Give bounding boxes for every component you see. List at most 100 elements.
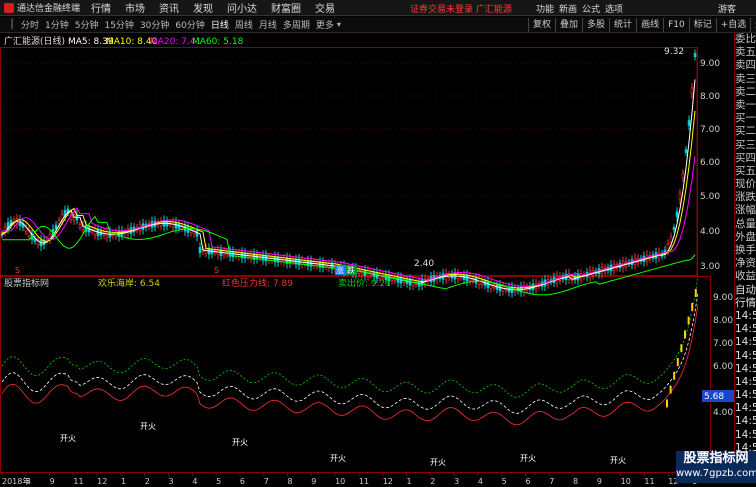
sidebar-item[interactable]: 14:50 [735,402,756,415]
sidebar-item[interactable]: 卖一 [735,99,756,112]
btn-tongji[interactable]: 统计 [609,18,636,32]
sidebar-item[interactable]: 买四 [735,152,756,165]
menu-xinhua[interactable]: 新画 [559,2,577,15]
sidebar-item[interactable]: 14:50 [735,389,756,402]
period-monthly[interactable]: 月线 [256,18,280,31]
btn-fuquan[interactable]: 复权 [528,18,555,32]
menu-gongshi[interactable]: 公式 [582,2,600,15]
kaihuo-label: 开火 [610,456,626,465]
menu-jiaoyi[interactable]: 交易 [308,0,342,15]
sidebar-item[interactable]: 14:50 [735,429,756,442]
signal-bar [676,358,679,366]
watermark-url: www.7gpzb.com [676,468,756,479]
quote-sidebar: 委比 卖五 卖四 卖三 卖二 卖一 买一 买二 买三 买四 买五 现价 涨跌 涨幅 总量 外盘 换手 净资 收益 自动… [734,33,756,480]
date-tick: 3 [454,477,459,486]
period-daily[interactable]: 日线 [208,18,232,31]
btn-f10[interactable]: F10 [663,18,689,32]
sidebar-item[interactable]: 14:50 [735,376,756,389]
date-tick: 10 [335,477,345,486]
btn-diejia[interactable]: 叠加 [555,18,582,32]
date-tick: 10 [621,477,631,486]
stock-title: 广汇能源(日线) [4,35,65,47]
btn-duogu[interactable]: 多股 [582,18,609,32]
sidebar-item[interactable]: 自动 [735,284,756,297]
date-tick: 4 [192,477,197,486]
date-tick: 6 [240,477,245,486]
btn-biaoji[interactable]: 标记 [688,18,716,32]
period-5min[interactable]: 5分钟 [72,18,102,31]
menu-bar: 通达信金融终端 行情 市场 资讯 发现 问小达 财富圈 交易 [0,0,756,16]
candle [678,193,682,201]
menu-zixun[interactable]: 资讯 [152,0,186,15]
indicator-tick-800: 8.00 [713,316,733,326]
btn-huaxian[interactable]: 画线 [636,18,663,32]
signal-bar [680,344,683,353]
sidebar-item[interactable]: 现价 [735,178,756,191]
menu-caifuquan[interactable]: 财富圈 [264,0,308,15]
sidebar-item[interactable]: 涨幅 [735,204,756,217]
period-30min[interactable]: 30分钟 [137,18,172,31]
sidebar-item[interactable]: 14:50 [735,363,756,376]
menu-xuanxiang[interactable]: 选项 [605,2,623,15]
menu-gongneng[interactable]: 功能 [536,2,554,15]
sidebar-item[interactable]: 14:50 [735,350,756,363]
menu-hangqing[interactable]: 行情 [84,0,118,15]
ma5-line [1,79,696,291]
sidebar-item[interactable]: 买五 [735,165,756,178]
menu-wenxiaoda[interactable]: 问小达 [220,0,264,15]
kline-chart[interactable]: 广汇能源(日线) MA5: 8.39 MA10: 8.40 MA20: 7.41… [0,33,734,487]
sidebar-item[interactable]: 换手 [735,244,756,257]
sidebar-item[interactable]: 卖五 [735,46,756,59]
sidebar-item[interactable]: 涨跌 [735,191,756,204]
period-more[interactable]: 更多 [313,18,337,31]
date-tick: 9 [311,477,316,486]
candle [198,247,202,254]
sidebar-item[interactable]: 收益 [735,270,756,283]
date-tick: 5 [216,477,221,486]
period-fenshi[interactable]: 分时 [18,18,42,31]
sidebar-item[interactable]: 总量 [735,218,756,231]
date-tick: 4 [478,477,483,486]
candle [675,211,679,218]
period-1min[interactable]: 1分钟 [42,18,72,31]
period-60min[interactable]: 60分钟 [172,18,207,31]
menu-faxian[interactable]: 发现 [186,0,220,15]
menu-shichang[interactable]: 市场 [118,0,152,15]
period-multi[interactable]: 多周期 [280,18,313,31]
kaihuo-label: 开火 [520,454,536,463]
sidebar-item[interactable]: 卖三 [735,73,756,86]
zhang-marker: 涨 [336,265,344,275]
kaihuo-label: 开火 [232,438,248,447]
user-label[interactable]: 游客 [718,2,736,15]
date-tick: 6 [525,477,530,486]
period-15min[interactable]: 15分钟 [101,18,136,31]
indicator-label-huanle: 欢乐海岸: 6.54 [98,277,160,289]
date-tick: 5 [502,477,507,486]
indicator-tick-600: 6.00 [713,362,733,372]
sidebar-item[interactable]: 14:50 [735,336,756,349]
sidebar-item[interactable]: 卖四 [735,59,756,72]
period-weekly[interactable]: 周线 [232,18,256,31]
candle [57,220,61,224]
sidebar-item[interactable]: 净资 [735,257,756,270]
login-alert[interactable]: 证券交易未登录 广汇能源 [410,2,512,15]
sidebar-item[interactable]: 买一 [735,112,756,125]
candle [687,119,691,126]
sidebar-item[interactable]: 买三 [735,139,756,152]
kaihuo-label: 开火 [330,454,346,463]
sidebar-item[interactable]: 卖二 [735,86,756,99]
sidebar-item[interactable]: 外盘 [735,231,756,244]
sidebar-item[interactable]: 行情 [735,297,756,310]
btn-zixuan[interactable]: +自选 [715,18,751,32]
price-tick-500: 5.00 [700,192,720,202]
sidebar-item[interactable]: 14:50 [735,310,756,323]
btn-fanhui[interactable]: 返回 [750,18,756,32]
kaihuo-label: 开火 [430,458,446,467]
sidebar-item[interactable]: 14:50 [735,323,756,336]
sidebar-item[interactable]: 14:50 [735,415,756,428]
indicator-tick-900: 9.00 [713,293,733,303]
chevron-down-icon[interactable]: ▾ [337,20,341,29]
sidebar-item[interactable]: 买二 [735,125,756,138]
sidebar-item[interactable]: 委比 [735,33,756,46]
low-price-label: 2.40 [414,259,434,269]
